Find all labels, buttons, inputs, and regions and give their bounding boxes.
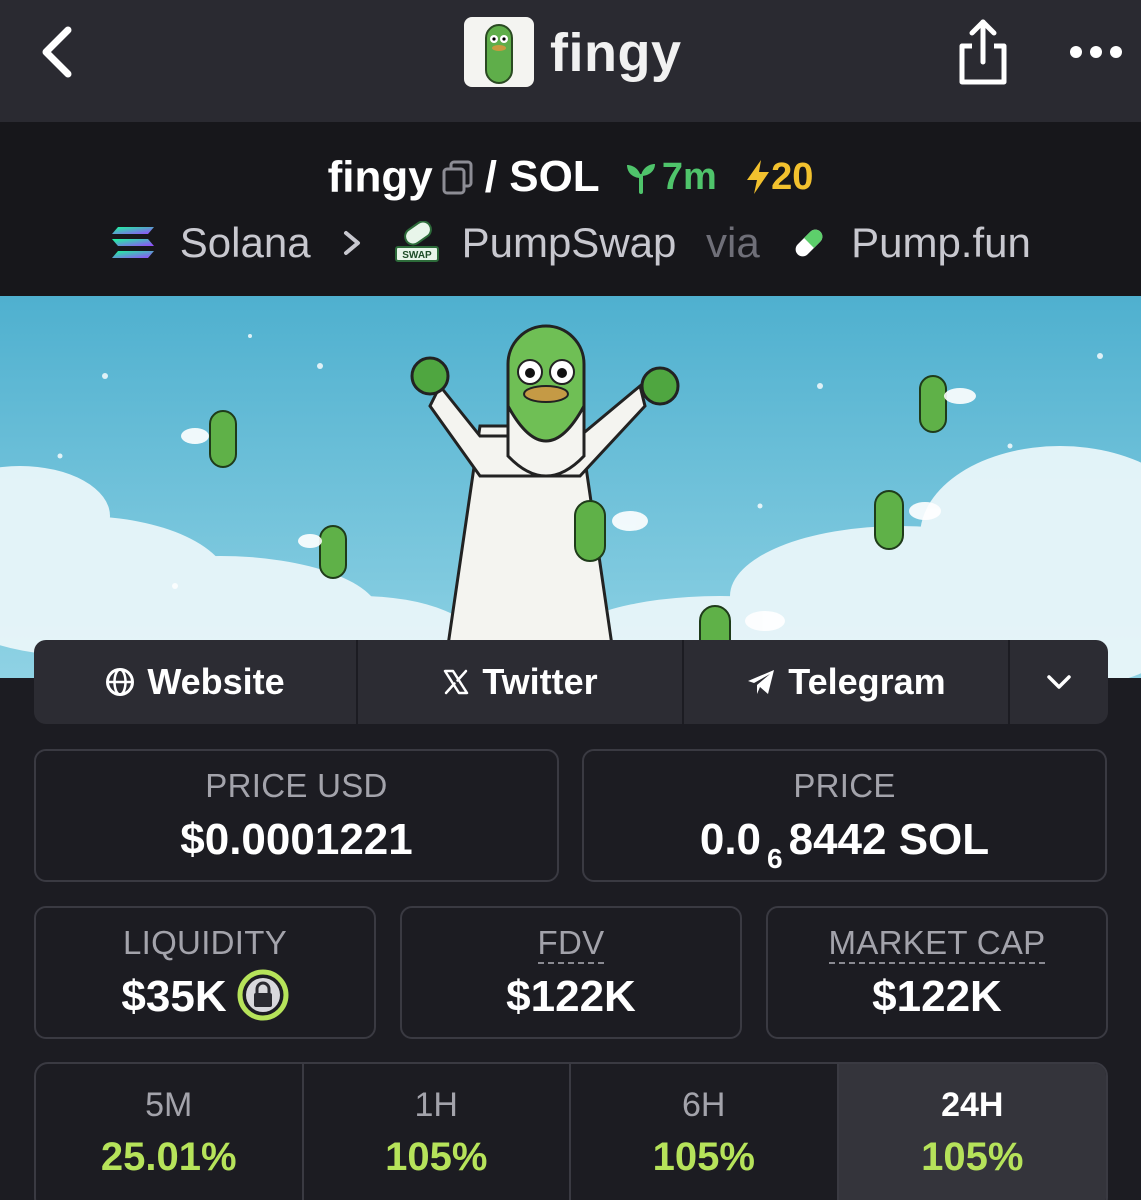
- liquidity-value-row: $35K: [36, 969, 374, 1022]
- tab-1h[interactable]: 1H 105%: [304, 1064, 571, 1200]
- market-cap-card: MARKET CAP $122K: [766, 906, 1108, 1039]
- price-change-tabs: 5M 25.01% 1H 105% 6H 105% 24H 105%: [34, 1062, 1108, 1200]
- tab-1h-label: 1H: [414, 1086, 458, 1124]
- chevron-right-icon: [344, 230, 361, 255]
- quote-symbol: SOL: [509, 152, 600, 202]
- tab-1h-change: 105%: [385, 1135, 488, 1179]
- fdv-label[interactable]: FDV: [537, 924, 605, 964]
- fdv-value: $122K: [506, 972, 636, 1021]
- globe-icon: [106, 668, 135, 696]
- price-native-card: PRICE 0.0 6 8442 SOL: [582, 749, 1107, 882]
- token-logo: [464, 17, 534, 87]
- price-usd-value: $0.0001221: [180, 815, 413, 864]
- more-dots-icon[interactable]: [1064, 30, 1128, 74]
- lock-icon[interactable]: [237, 969, 289, 1021]
- pair-separator: /: [484, 152, 497, 202]
- market-cap-value: $122K: [872, 972, 1002, 1021]
- boost-count: 20: [771, 155, 814, 198]
- svg-text:SWAP: SWAP: [402, 250, 432, 261]
- nav-title: fingy: [550, 23, 682, 83]
- price-native-label: PRICE: [793, 767, 896, 804]
- pair-age: 7m: [661, 155, 717, 198]
- top-nav-bar: fingy: [0, 0, 1141, 122]
- website-label: Website: [147, 661, 285, 702]
- telegram-button[interactable]: Telegram: [684, 640, 1010, 724]
- tab-6h[interactable]: 6H 105%: [571, 1064, 839, 1200]
- tab-24h-change: 105%: [921, 1135, 1024, 1179]
- twitter-button[interactable]: Twitter: [358, 640, 684, 724]
- pair-title: fingy / SOL 7m 20: [0, 150, 1141, 202]
- fdv-card: FDV $122K: [400, 906, 742, 1039]
- tab-24h[interactable]: 24H 105%: [838, 1064, 1106, 1200]
- copy-icon[interactable]: [441, 159, 475, 195]
- seedling-icon: [626, 164, 655, 195]
- tab-24h-label: 24H: [941, 1086, 1004, 1124]
- dex-name[interactable]: PumpSwap: [462, 219, 677, 267]
- tab-5m-change: 25.01%: [100, 1135, 237, 1179]
- token-banner-image: [0, 296, 1141, 678]
- social-links-bar: Website Twitter Telegram: [34, 640, 1108, 724]
- twitter-label: Twitter: [482, 661, 598, 702]
- price-native-value: 0.0 6 8442 SOL: [584, 815, 1105, 875]
- share-icon[interactable]: [952, 16, 1014, 88]
- tab-6h-label: 6H: [682, 1086, 726, 1124]
- base-symbol: fingy: [327, 152, 433, 202]
- liquidity-label: LIQUIDITY: [122, 924, 288, 961]
- telegram-label: Telegram: [788, 661, 946, 702]
- price-native-zero-count: 6: [767, 843, 783, 874]
- chevron-left-icon[interactable]: [32, 22, 88, 82]
- price-usd-card: PRICE USD $0.0001221: [34, 749, 559, 882]
- tab-5m[interactable]: 5M 25.01%: [36, 1064, 304, 1200]
- tab-6h-change: 105%: [652, 1135, 755, 1179]
- launchpad-name[interactable]: Pump.fun: [851, 219, 1031, 267]
- tab-5m-label: 5M: [145, 1086, 193, 1124]
- price-native-suffix: 8442 SOL: [788, 815, 990, 864]
- chevron-down-icon: [1047, 675, 1071, 689]
- x-logo-icon: [444, 669, 469, 695]
- lightning-icon: [747, 160, 770, 195]
- via-label: via: [706, 218, 760, 266]
- price-usd-label: PRICE USD: [205, 767, 388, 804]
- liquidity-value: $35K: [121, 972, 227, 1021]
- market-cap-label[interactable]: MARKET CAP: [828, 924, 1046, 964]
- pair-breadcrumb: Solana SWAP PumpSwap via Pump.fun: [0, 216, 1141, 267]
- liquidity-card: LIQUIDITY $35K: [34, 906, 376, 1039]
- solana-logo-icon: [112, 226, 155, 258]
- pumpswap-logo-icon: SWAP: [394, 220, 439, 262]
- more-socials-dropdown[interactable]: [1010, 640, 1108, 724]
- pill-icon: [796, 229, 823, 257]
- telegram-plane-icon: [748, 670, 775, 694]
- chain-name[interactable]: Solana: [180, 219, 311, 267]
- price-native-prefix: 0.0: [699, 815, 762, 864]
- website-button[interactable]: Website: [34, 640, 358, 724]
- pair-header: fingy / SOL 7m 20 Solana SWAP PumpSwap v…: [0, 122, 1141, 296]
